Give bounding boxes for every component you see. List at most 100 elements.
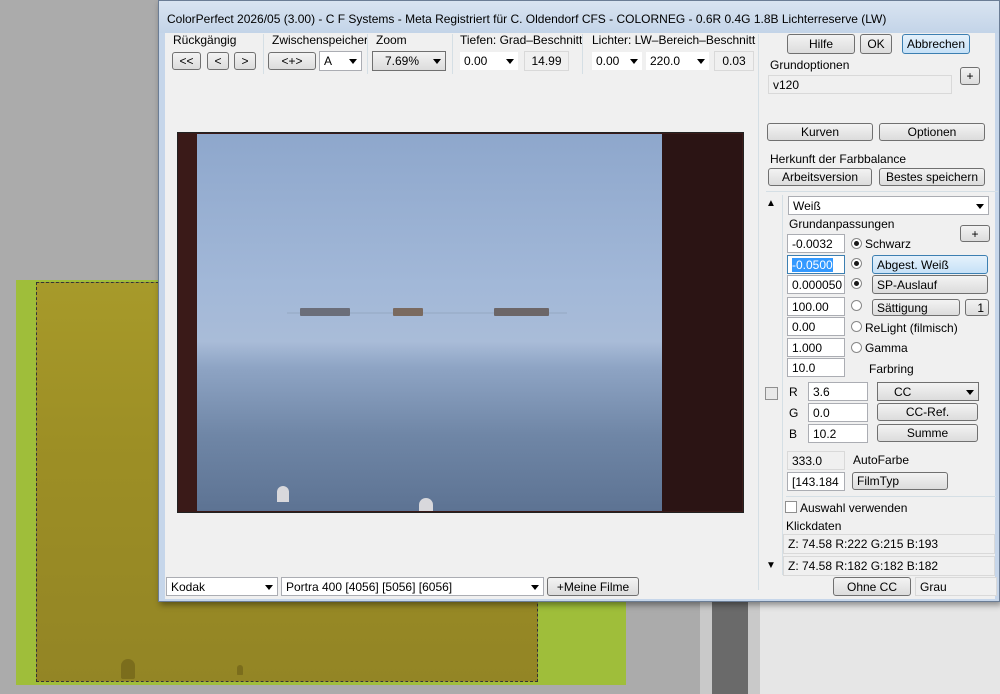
depth-clip-field[interactable]: 14.99 xyxy=(524,51,569,71)
basic-add-button[interactable]: + xyxy=(960,67,980,85)
gray-field[interactable]: Grau xyxy=(915,577,997,596)
work-version-button[interactable]: Arbeitsversion xyxy=(768,168,872,186)
chevron-down-icon xyxy=(265,584,273,590)
curves-button[interactable]: Kurven xyxy=(767,123,873,141)
chevron-down-icon xyxy=(506,59,514,64)
color-balance-origin-label: Herkunft der Farbbalance xyxy=(770,152,907,166)
filmtype-field[interactable]: [143.184 xyxy=(787,472,845,491)
preset-value: Weiß xyxy=(793,198,821,213)
toolbar-separator xyxy=(263,34,264,74)
cc-ref-button[interactable]: CC-Ref. xyxy=(877,403,978,421)
white-field[interactable]: -0.0500 xyxy=(787,255,845,274)
depth-label: Tiefen: Grad–Beschnitt xyxy=(460,33,583,47)
film-value: Portra 400 [4056] [5056] [6056] xyxy=(286,579,453,594)
cc-select[interactable]: CC xyxy=(877,382,979,401)
undo-first-button[interactable]: << xyxy=(172,52,201,70)
film-maker-select[interactable]: Kodak xyxy=(166,577,278,596)
zoom-select[interactable]: 7.69% xyxy=(372,51,446,71)
gamma-field[interactable]: 1.000 xyxy=(787,338,845,357)
chevron-down-icon xyxy=(630,59,638,64)
lights-select[interactable]: 0.00 xyxy=(591,51,643,71)
chevron-down-icon xyxy=(966,389,974,395)
use-selection-checkbox[interactable] xyxy=(785,501,797,513)
b-label: B xyxy=(789,427,798,441)
scroll-down-icon[interactable]: ▼ xyxy=(766,560,776,571)
workspace-scrollbar xyxy=(712,600,748,694)
lights-range-select[interactable]: 220.0 xyxy=(645,51,710,71)
saturation-radio[interactable] xyxy=(851,300,862,311)
buffer-slot-select[interactable]: A xyxy=(319,51,362,71)
window-title: ColorPerfect 2026/05 (3.00) - C F System… xyxy=(167,12,887,26)
title-bar[interactable]: ColorPerfect 2026/05 (3.00) - C F System… xyxy=(159,1,999,33)
zoom-label: Zoom xyxy=(376,33,407,47)
undo-label: Rückgängig xyxy=(173,33,237,47)
panel-separator xyxy=(758,34,759,590)
use-selection-label: Auswahl verwenden xyxy=(800,501,908,515)
filmtype-button[interactable]: FilmTyp xyxy=(852,472,948,490)
film-select[interactable]: Portra 400 [4056] [5056] [6056] xyxy=(281,577,544,596)
zoom-value: 7.69% xyxy=(385,54,420,68)
sp-runout-button[interactable]: SP-Auslauf xyxy=(872,275,988,294)
black-field[interactable]: -0.0032 xyxy=(787,234,845,253)
relight-radio[interactable] xyxy=(851,321,862,332)
no-cc-button[interactable]: Ohne CC xyxy=(833,577,911,596)
chevron-down-icon xyxy=(349,59,357,64)
autocolor-field[interactable]: 333.0 xyxy=(787,451,845,470)
saturation-count[interactable]: 1 xyxy=(965,299,989,316)
color-ring-field[interactable]: 10.0 xyxy=(787,358,845,377)
bollard-marking xyxy=(277,486,289,502)
adjust-add-button[interactable]: + xyxy=(960,225,990,242)
saturation-field[interactable]: 100.00 xyxy=(787,297,845,316)
black-radio[interactable] xyxy=(851,238,862,249)
image-preview-edge xyxy=(662,134,742,511)
film-hole-marking xyxy=(121,659,135,679)
black-label: Schwarz xyxy=(865,237,912,251)
basic-options-field[interactable]: v120 xyxy=(768,75,952,94)
ok-button[interactable]: OK xyxy=(860,34,892,54)
undo-back-button[interactable]: < xyxy=(207,52,229,70)
white-balance-button[interactable]: Abgest. Weiß xyxy=(872,255,988,274)
white-value-selected: -0.0500 xyxy=(792,257,833,272)
relight-label: ReLight (filmisch) xyxy=(865,321,958,335)
panel-scroll-track xyxy=(782,195,783,575)
g-label: G xyxy=(789,406,799,420)
gamma-label: Gamma xyxy=(865,341,908,355)
my-films-button[interactable]: +Meine Filme xyxy=(547,577,639,596)
saturation-button[interactable]: Sättigung xyxy=(872,299,960,316)
buffer-swap-button[interactable]: <+> xyxy=(268,52,316,70)
sp-field[interactable]: 0.000050 xyxy=(787,275,845,294)
workspace-panel xyxy=(760,600,1000,694)
gamma-radio[interactable] xyxy=(851,342,862,353)
buffer-label: Zwischenspeicher xyxy=(272,33,369,47)
scroll-up-icon[interactable]: ▲ xyxy=(766,198,776,209)
undo-forward-button[interactable]: > xyxy=(234,52,256,70)
image-preview[interactable] xyxy=(197,134,662,511)
click-data-row-2: Z: 74.58 R:182 G:182 B:182 xyxy=(783,556,995,576)
relight-field[interactable]: 0.00 xyxy=(787,317,845,336)
preset-select[interactable]: Weiß xyxy=(788,196,989,215)
rgb-lock-checkbox[interactable] xyxy=(765,387,778,400)
toolbar-separator xyxy=(582,34,583,74)
ship-silhouette xyxy=(300,308,350,316)
depth-value: 0.00 xyxy=(464,54,488,68)
depth-select[interactable]: 0.00 xyxy=(459,51,519,71)
b-field[interactable]: 10.2 xyxy=(808,424,868,443)
g-field[interactable]: 0.0 xyxy=(808,403,868,422)
film-hole-marking xyxy=(237,665,243,675)
help-button[interactable]: Hilfe xyxy=(787,34,855,54)
lights-clip-field[interactable]: 0.03 xyxy=(714,51,754,71)
white-radio[interactable] xyxy=(851,258,862,269)
lights-value: 0.00 xyxy=(596,54,620,68)
options-button[interactable]: Optionen xyxy=(879,123,985,141)
sp-radio[interactable] xyxy=(851,278,862,289)
autocolor-label: AutoFarbe xyxy=(853,453,910,467)
cancel-button[interactable]: Abbrechen xyxy=(902,34,970,54)
chevron-down-icon xyxy=(976,203,984,209)
toolbar-separator xyxy=(367,34,368,74)
cc-select-value: CC xyxy=(894,384,912,399)
r-field[interactable]: 3.6 xyxy=(808,382,868,401)
chevron-down-icon xyxy=(531,584,539,590)
sum-button[interactable]: Summe xyxy=(877,424,978,442)
save-best-button[interactable]: Bestes speichern xyxy=(879,168,985,186)
chevron-down-icon xyxy=(697,59,705,64)
